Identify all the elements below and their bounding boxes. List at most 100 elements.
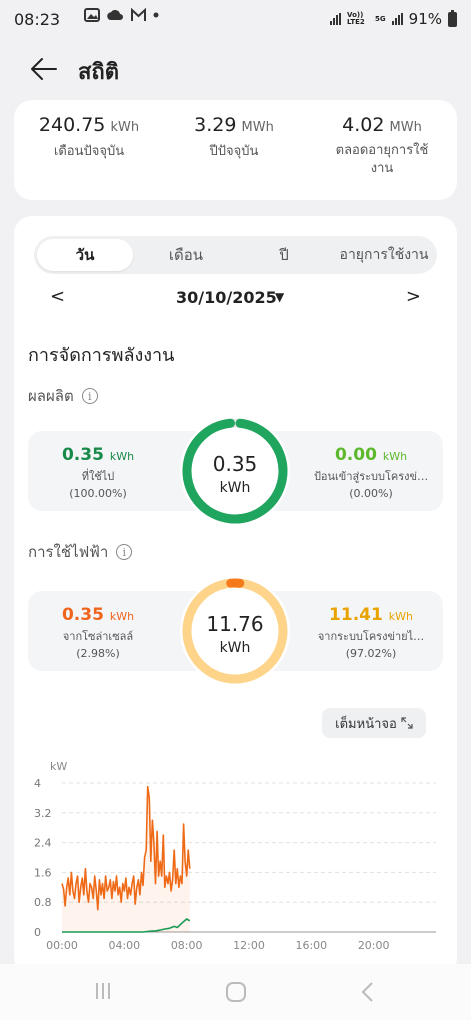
production-grid-feed: 0.00 kWh ป้อนเข้าสู่ระบบโครงข่… (0.00%) (300, 445, 442, 500)
x-tick-label: 00:00 (46, 939, 78, 952)
production-title: ผลผลิต (28, 387, 74, 405)
page-title: สถิติ (78, 60, 120, 85)
stat-value: 4.02 (342, 114, 385, 136)
consumption-right-pct: (97.02%) (345, 647, 397, 660)
date-picker[interactable]: 30/10/2025 (176, 288, 277, 307)
production-left-label: ที่ใช้ไป (81, 470, 115, 483)
consumption-right-unit: kWh (388, 610, 413, 623)
production-ring: 0.35 kWh (180, 416, 290, 526)
dot-icon (153, 12, 159, 18)
stat-value: 3.29 (194, 114, 237, 136)
home-icon[interactable] (224, 980, 248, 1004)
cloud-icon (107, 10, 123, 20)
network-lte-label: Vo)) LTE2 (347, 11, 365, 26)
network-5g-label: 5G (375, 14, 386, 23)
production-left-value: 0.35 (61, 445, 104, 465)
stat-unit: MWh (241, 120, 274, 135)
y-tick-label: 3.2 (34, 807, 52, 820)
y-tick-label: 1.6 (34, 866, 52, 879)
consumption-left-value: 0.35 (61, 605, 104, 625)
stat-unit: MWh (389, 120, 422, 135)
energy-card: วัน เดือน ปี อายุการใช้งาน < 30/10/2025 … (14, 216, 457, 976)
system-nav-bar (0, 964, 471, 1020)
consumption-total-unit: kWh (219, 640, 251, 656)
expand-icon (401, 717, 413, 729)
stat-label: ปีปัจจุบัน (209, 144, 259, 159)
back-nav-icon[interactable] (358, 980, 378, 1004)
fullscreen-button[interactable]: เต็มหน้าจอ (322, 708, 426, 738)
consumption-left-pct: (2.98%) (76, 647, 120, 660)
app-bar: สถิติ (0, 40, 471, 104)
summary-card: 240.75 kWh เดือนปัจจุบัน 3.29 MWh ปีปัจจ… (14, 100, 457, 200)
production-total-value: 0.35 (212, 452, 258, 476)
production-right-value-line: 0.00 kWh (300, 445, 442, 465)
production-self-use: 0.35 kWh ที่ใช้ไป (100.00%) (28, 445, 168, 500)
battery-icon (448, 9, 457, 27)
back-button[interactable] (28, 54, 64, 84)
stat-current-year: 3.29 MWh ปีปัจจุบัน (174, 114, 294, 162)
stat-label: ตลอดอายุการใช้งาน (312, 142, 452, 178)
tab-year[interactable]: ปี (239, 239, 329, 271)
period-tabs: วัน เดือน ปี อายุการใช้งาน (34, 236, 437, 274)
gallery-icon (84, 8, 100, 22)
date-navigator: < 30/10/2025 ▼ > (14, 286, 457, 312)
stat-lifetime: 4.02 MWh ตลอดอายุการใช้งาน (312, 114, 452, 178)
tab-month[interactable]: เดือน (138, 239, 234, 271)
production-right-pct: (0.00%) (349, 487, 393, 500)
consumption-title: การใช้ไฟฟ้า (28, 543, 109, 561)
consumption-left-label: จากโซล่าเซลล์ (62, 630, 134, 643)
y-tick-label: 2.4 (34, 837, 52, 850)
info-icon[interactable]: i (116, 544, 133, 560)
stat-label-line2: งาน (370, 161, 394, 176)
production-left-pct: (100.00%) (69, 487, 127, 500)
consumption-left-unit: kWh (109, 610, 135, 623)
battery-percent: 91% (408, 10, 442, 28)
series-area (62, 786, 190, 932)
stat-label-line1: ตลอดอายุการใช้ (335, 143, 429, 158)
arrow-left-icon (31, 58, 57, 80)
status-time: 08:23 (14, 10, 61, 29)
tab-day[interactable]: วัน (37, 239, 133, 271)
consumption-total-value: 11.76 (206, 612, 264, 636)
consumption-ring: 11.76 kWh (180, 576, 290, 686)
consumption-from-grid: 11.41 kWh จากระบบโครงข่ายไ… (97.02%) (300, 605, 442, 660)
consumption-right-value-line: 11.41 kWh (300, 605, 442, 625)
status-right: Vo)) LTE2 5G 91% (330, 9, 457, 28)
x-tick-label: 16:00 (295, 939, 327, 952)
tab-lifetime[interactable]: อายุการใช้งาน (332, 239, 436, 271)
x-tick-label: 04:00 (108, 939, 140, 952)
production-right-unit: kWh (382, 450, 408, 463)
x-tick-label: 20:00 (358, 939, 390, 952)
y-tick-label: 0 (34, 926, 41, 939)
production-header: ผลผลิต i (28, 384, 98, 408)
consumption-left-value-line: 0.35 kWh (28, 605, 168, 625)
status-notification-icons (84, 8, 159, 22)
y-axis-label: kW (50, 760, 67, 773)
recent-apps-icon[interactable] (92, 980, 114, 1002)
consumption-right-value: 11.41 (329, 605, 383, 625)
prev-date-button[interactable]: < (50, 286, 65, 307)
production-right-value: 0.00 (334, 445, 377, 465)
energy-management-title: การจัดการพลังงาน (28, 345, 175, 366)
info-icon[interactable]: i (81, 388, 98, 404)
production-left-value-line: 0.35 kWh (28, 445, 168, 465)
y-tick-label: 4 (34, 777, 41, 790)
production-right-label: ป้อนเข้าสู่ระบบโครงข่… (313, 470, 429, 483)
x-tick-label: 08:00 (171, 939, 203, 952)
y-tick-label: 0.8 (34, 896, 52, 909)
production-left-unit: kWh (109, 450, 135, 463)
x-tick-label: 12:00 (233, 939, 265, 952)
consumption-right-label: จากระบบโครงข่ายไ… (317, 630, 425, 643)
next-date-button[interactable]: > (406, 286, 421, 307)
signal-2-icon (391, 13, 403, 25)
caret-down-icon[interactable]: ▼ (275, 290, 284, 304)
power-chart: kW 0 0.8 1.6 2.4 3.2 4 00:00 04:00 08:00 12:00 16:0… (34, 760, 436, 952)
signal-icon (330, 13, 342, 25)
consumption-header: การใช้ไฟฟ้า i (28, 540, 133, 564)
mail-icon (131, 8, 146, 21)
stat-current-month: 240.75 kWh เดือนปัจจุบัน (34, 114, 144, 162)
status-bar: 08:23 Vo)) LTE2 5G 91% (0, 0, 471, 40)
fullscreen-label: เต็มหน้าจอ (335, 716, 397, 732)
stat-label: เดือนปัจจุบัน (53, 144, 125, 159)
production-total-unit: kWh (219, 480, 251, 496)
